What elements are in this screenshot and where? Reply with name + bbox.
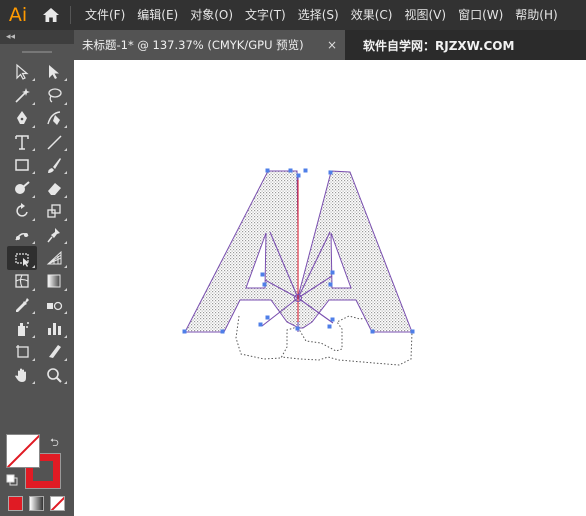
- blend-tool[interactable]: [39, 293, 69, 316]
- document-tab-bar: 未标题-1* @ 137.37% (CMYK/GPU 预览) × 软件自学网：R…: [74, 30, 586, 60]
- fill-stroke-control: ⮌: [6, 434, 66, 492]
- rectangle-icon: [15, 159, 29, 171]
- none-mode-icon[interactable]: [50, 496, 65, 511]
- home-icon[interactable]: [36, 0, 66, 30]
- site-watermark: 软件自学网：RJZXW.COM: [363, 38, 515, 53]
- menu-edit[interactable]: 编辑(E): [131, 0, 184, 30]
- tab-document[interactable]: 未标题-1* @ 137.37% (CMYK/GPU 预览) ×: [74, 30, 345, 60]
- column-graph-icon: [48, 322, 61, 335]
- slice-icon: [49, 345, 61, 359]
- shaper-icon: [15, 181, 30, 195]
- artboard-canvas[interactable]: [74, 60, 586, 516]
- hand-icon: [15, 368, 26, 382]
- menu-object[interactable]: 对象(O): [184, 0, 239, 30]
- paintbrush-tool[interactable]: [39, 153, 69, 176]
- pen-icon: [17, 111, 27, 125]
- artboard-tool[interactable]: [7, 340, 37, 363]
- eyedropper-tool[interactable]: [7, 293, 37, 316]
- gradient-icon: [47, 274, 61, 288]
- panel-grip[interactable]: [0, 44, 74, 60]
- gradient-mode-icon[interactable]: [29, 496, 44, 511]
- scale-icon: [47, 204, 61, 219]
- menu-view[interactable]: 视图(V): [398, 0, 452, 30]
- type-tool[interactable]: [7, 130, 37, 153]
- symbol-sprayer-tool[interactable]: [7, 316, 37, 339]
- collapse-panel-icon[interactable]: ◂◂: [0, 30, 74, 44]
- pen-tool[interactable]: [7, 107, 37, 130]
- lasso-tool[interactable]: [39, 83, 69, 106]
- default-colors-icon[interactable]: [6, 474, 18, 486]
- shaper-tool[interactable]: [7, 176, 37, 199]
- eyedropper-icon: [16, 297, 29, 312]
- selection-tool[interactable]: [7, 60, 37, 83]
- app-logo: Ai: [8, 4, 28, 26]
- zoom-tool[interactable]: [39, 363, 69, 386]
- mesh-icon: [15, 274, 29, 288]
- free-transform-icon: [15, 253, 29, 268]
- tool-panel: ◂◂ ⮌: [0, 30, 74, 516]
- tab-document-title: 未标题-1* @ 137.37% (CMYK/GPU 预览): [82, 38, 304, 52]
- rotate-tool[interactable]: [7, 200, 37, 223]
- artboard-icon: [16, 345, 29, 358]
- lasso-icon: [48, 88, 62, 103]
- menu-help[interactable]: 帮助(H): [509, 0, 563, 30]
- zoom-icon: [47, 367, 62, 383]
- menu-window[interactable]: 窗口(W): [452, 0, 509, 30]
- direct-selection-icon: [49, 64, 59, 79]
- type-icon: [15, 134, 29, 150]
- curvature-icon: [47, 111, 61, 126]
- menu-file[interactable]: 文件(F): [79, 0, 131, 30]
- eraser-tool[interactable]: [39, 176, 69, 199]
- column-graph-tool[interactable]: [39, 316, 69, 339]
- color-mode-icon[interactable]: [8, 496, 23, 511]
- pin-tool[interactable]: [39, 223, 69, 246]
- hand-tool[interactable]: [7, 363, 37, 386]
- puppet-warp-icon: [15, 232, 29, 241]
- pin-icon: [47, 227, 60, 243]
- perspective-grid-tool[interactable]: [39, 246, 69, 269]
- menu-bar: Ai 文件(F) 编辑(E) 对象(O) 文字(T) 选择(S) 效果(C) 视…: [0, 0, 586, 30]
- paintbrush-icon: [48, 157, 61, 173]
- gradient-tool[interactable]: [39, 270, 69, 293]
- perspective-grid-icon: [46, 250, 62, 265]
- close-icon[interactable]: ×: [327, 38, 337, 52]
- menu-divider: [70, 6, 71, 24]
- line-segment-tool[interactable]: [39, 130, 69, 153]
- curvature-tool[interactable]: [39, 107, 69, 130]
- mesh-tool[interactable]: [7, 270, 37, 293]
- menu-type[interactable]: 文字(T): [239, 0, 292, 30]
- menu-effect[interactable]: 效果(C): [345, 0, 399, 30]
- puppet-warp-tool[interactable]: [7, 223, 37, 246]
- symbol-sprayer-icon: [18, 321, 29, 336]
- menu-items: 文件(F) 编辑(E) 对象(O) 文字(T) 选择(S) 效果(C) 视图(V…: [79, 0, 564, 30]
- rectangle-tool[interactable]: [7, 153, 37, 176]
- letter-a-artwork[interactable]: [74, 60, 586, 516]
- color-mode-row: [8, 496, 65, 511]
- scale-tool[interactable]: [39, 200, 69, 223]
- slice-tool[interactable]: [39, 340, 69, 363]
- rotate-icon: [16, 203, 28, 218]
- line-segment-icon: [47, 135, 62, 150]
- magic-wand-icon: [15, 87, 30, 103]
- swap-fill-stroke-icon[interactable]: ⮌: [50, 434, 59, 453]
- magic-wand-tool[interactable]: [7, 83, 37, 106]
- selection-icon: [16, 63, 29, 80]
- fill-swatch-none[interactable]: [6, 434, 40, 468]
- blend-icon: [47, 301, 63, 310]
- eraser-icon: [48, 183, 61, 196]
- menu-select[interactable]: 选择(S): [292, 0, 345, 30]
- tool-grid: [0, 60, 74, 386]
- free-transform-tool[interactable]: [7, 246, 37, 270]
- direct-selection-tool[interactable]: [39, 60, 69, 83]
